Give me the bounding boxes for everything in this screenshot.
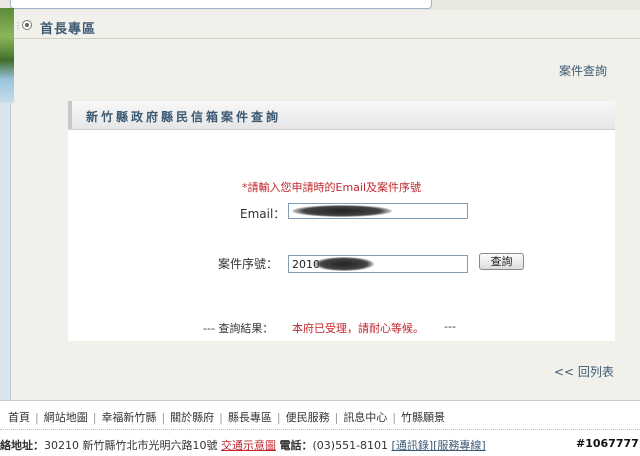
redaction-scribble xyxy=(314,257,374,271)
footer-link-magistrate[interactable]: 縣長專區 xyxy=(228,411,272,424)
case-query-panel: 新竹縣政府縣民信箱案件查詢 *請輸入您申請時的Email及案件序號 Email：… xyxy=(68,101,615,341)
input-notice: *請輸入您申請時的Email及案件序號 xyxy=(242,181,422,194)
result-suffix: --- xyxy=(444,320,456,333)
footer-address-row: 絡地址：30210 新竹縣竹北市光明六路10號 交通示意圖 電話：(03)551… xyxy=(0,437,486,453)
footer-link-vision[interactable]: 竹縣願景 xyxy=(401,411,445,424)
footer-nav: 首頁 | 網站地圖 | 幸福新竹縣 | 關於縣府 | 縣長專區 | 便民服務 | 訊息中心 | 竹縣願景 xyxy=(8,409,445,425)
query-button[interactable]: 查詢 xyxy=(479,253,524,270)
result-prefix: --- 查詢結果： xyxy=(203,322,274,335)
separator: | xyxy=(276,411,281,424)
case-query-link[interactable]: 案件查詢 xyxy=(559,62,607,79)
section-header: ⋮⋮ 首長專區 xyxy=(14,14,640,39)
separator: | xyxy=(392,411,397,424)
back-to-list-link[interactable]: << 回列表 xyxy=(554,363,614,380)
phone-label: 電話： xyxy=(279,439,313,452)
redaction-scribble xyxy=(292,205,392,217)
result-status: 本府已受理，請耐心等候。 xyxy=(292,322,424,335)
contacts-link[interactable]: [通訊錄] xyxy=(392,439,434,452)
footer: 首頁 | 網站地圖 | 幸福新竹縣 | 關於縣府 | 縣長專區 | 便民服務 | 訊息中心 | 竹縣願景 絡… xyxy=(0,400,640,456)
service-line-link[interactable]: [服務專線] xyxy=(433,439,486,452)
panel-title: 新竹縣政府縣民信箱案件查詢 xyxy=(86,110,282,124)
left-sidebar-edge xyxy=(0,103,11,400)
address-label: 絡地址： xyxy=(0,439,44,452)
footer-divider xyxy=(0,429,640,430)
top-frame xyxy=(10,0,432,9)
footer-link-sitemap[interactable]: 網站地圖 xyxy=(44,411,88,424)
separator: | xyxy=(35,411,39,424)
footer-link-happy-hsinchu[interactable]: 幸福新竹縣 xyxy=(101,411,156,424)
separator: | xyxy=(161,411,166,424)
footer-link-services[interactable]: 便民服務 xyxy=(286,411,330,424)
panel-header: 新竹縣政府縣民信箱案件查詢 xyxy=(68,101,615,130)
phone-number: (03)551-8101 xyxy=(312,439,389,452)
bullet-icon xyxy=(22,20,32,30)
footer-link-news[interactable]: 訊息中心 xyxy=(343,411,387,424)
case-number-label: 案件序號： xyxy=(218,257,279,271)
footer-link-home[interactable]: 首頁 xyxy=(8,411,30,424)
map-link[interactable]: 交通示意圖 xyxy=(221,439,276,452)
separator: | xyxy=(219,411,223,424)
email-label: Email： xyxy=(240,207,286,221)
address-text: 30210 新竹縣竹北市光明六路10號 xyxy=(44,439,218,452)
watermark: #1067777 xyxy=(574,437,640,450)
left-banner-image xyxy=(0,8,14,103)
separator: | xyxy=(334,411,339,424)
separator: | xyxy=(92,411,97,424)
section-title: 首長專區 xyxy=(40,22,97,37)
dots-icon: ⋮⋮ xyxy=(14,22,30,30)
footer-link-about[interactable]: 關於縣府 xyxy=(170,411,214,424)
